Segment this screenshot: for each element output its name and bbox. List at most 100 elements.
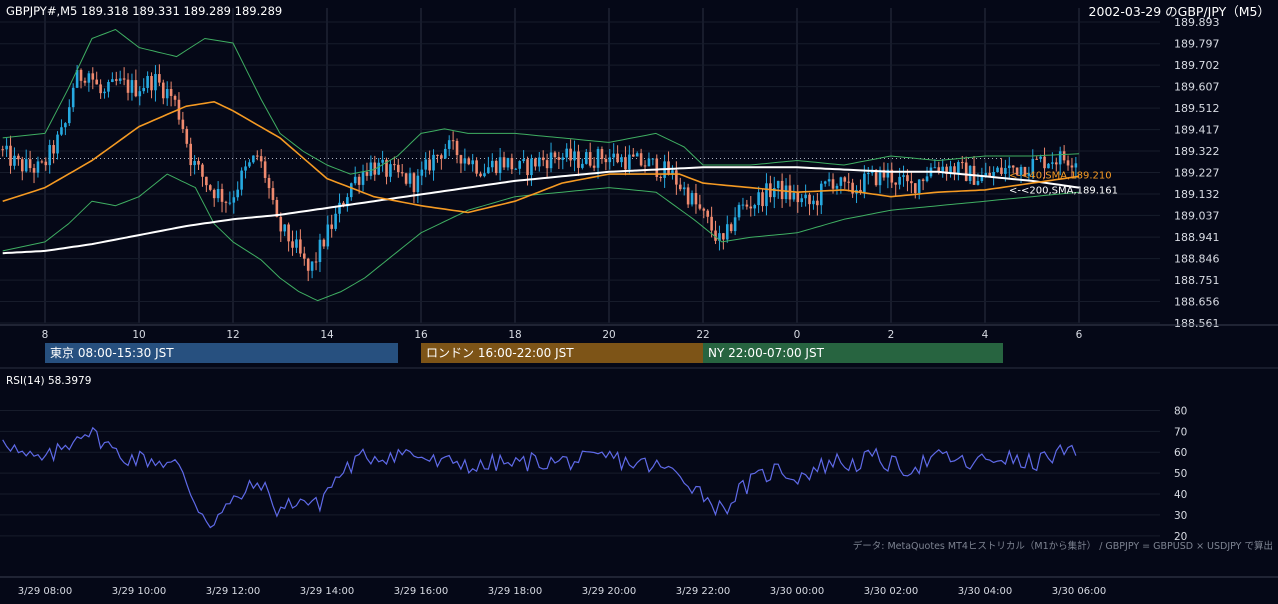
candle-body: [647, 158, 651, 167]
candle-body: [67, 107, 71, 124]
candle-body: [581, 163, 584, 168]
candle-body: [361, 171, 365, 185]
candle-body: [83, 80, 87, 83]
candle-body: [1074, 163, 1078, 168]
candle-body: [565, 148, 568, 158]
candle-body: [843, 177, 847, 182]
candle-body: [816, 200, 819, 206]
candle-body: [118, 78, 122, 81]
candle-body: [776, 180, 780, 189]
price-tick-label: 189.607: [1174, 81, 1220, 94]
candle-body: [894, 182, 897, 185]
candle-body: [1007, 165, 1011, 169]
candle-body: [694, 193, 698, 205]
candle-body: [471, 160, 474, 165]
price-tick-label: 189.037: [1174, 209, 1220, 222]
candle-body: [79, 69, 83, 81]
candle-body: [561, 157, 565, 160]
time-tick-label: 6: [1076, 329, 1083, 341]
candle-body: [189, 143, 192, 166]
candle-body: [1051, 162, 1054, 164]
candle-body: [725, 224, 729, 240]
candle-body: [412, 173, 416, 192]
candle-body: [494, 160, 498, 174]
candle-body: [541, 157, 545, 161]
candle-body: [847, 181, 850, 183]
candle-body: [318, 239, 322, 263]
rsi-tick-label: 40: [1174, 489, 1187, 501]
candle-body: [635, 153, 639, 157]
candle-body: [757, 192, 760, 206]
candle-body: [498, 157, 502, 174]
candle-body: [1011, 165, 1015, 168]
candle-body: [659, 176, 662, 178]
candle-body: [510, 157, 514, 170]
candle-body: [326, 224, 330, 247]
candle-body: [514, 168, 518, 170]
candle-body: [126, 79, 130, 93]
rsi-tick-label: 50: [1174, 468, 1187, 480]
candle-body: [467, 158, 471, 165]
candle-body: [263, 161, 267, 178]
candle-body: [557, 157, 561, 160]
price-tick-label: 189.322: [1174, 145, 1220, 158]
chart-background: [0, 0, 1278, 600]
candle-body: [906, 175, 909, 182]
rsi-tick-label: 60: [1174, 447, 1187, 459]
candle-body: [216, 189, 220, 199]
candle-body: [537, 157, 541, 167]
candle-body: [487, 167, 490, 174]
rsi-time-label: 3/29 22:00: [676, 586, 730, 597]
candle-body: [248, 162, 251, 167]
candle-body: [522, 159, 525, 162]
candle-body: [686, 187, 690, 205]
candle-body: [463, 158, 467, 164]
candle-body: [910, 181, 913, 184]
candle-body: [48, 145, 51, 166]
candle-body: [620, 157, 623, 163]
candle-body: [64, 123, 67, 128]
candle-body: [451, 140, 455, 142]
candle-body: [819, 183, 823, 206]
candle-body: [302, 253, 306, 259]
candle-body: [980, 176, 984, 182]
candle-body: [197, 160, 200, 165]
candle-body: [357, 176, 361, 185]
sma40-label: <-<40,SMA,189.210: [1009, 170, 1112, 181]
time-tick-label: 2: [888, 329, 895, 341]
candle-body: [996, 167, 999, 173]
candle-body: [87, 73, 91, 83]
candle-body: [377, 162, 380, 175]
candle-body: [287, 224, 290, 242]
candle-body: [114, 79, 118, 81]
time-tick-label: 8: [42, 329, 49, 341]
time-tick-label: 4: [982, 329, 989, 341]
candle-body: [91, 73, 95, 80]
candle-body: [40, 161, 44, 163]
candle-body: [835, 185, 839, 189]
rsi-time-label: 3/30 00:00: [770, 586, 824, 597]
candle-body: [389, 164, 392, 177]
candle-body: [792, 192, 796, 200]
candle-body: [185, 128, 189, 144]
candle-body: [60, 127, 63, 135]
rsi-label: RSI(14) 58.3979: [6, 375, 91, 387]
candle-body: [530, 158, 533, 176]
price-tick-label: 188.751: [1174, 274, 1220, 287]
candle-body: [400, 172, 404, 174]
candle-body: [577, 151, 580, 168]
candle-body: [334, 213, 337, 229]
rsi-time-label: 3/29 14:00: [300, 586, 354, 597]
candle-body: [729, 224, 733, 232]
candle-body: [596, 149, 600, 168]
candle-body: [291, 241, 294, 248]
candle-body: [796, 192, 800, 203]
source-note: データ: MetaQuotes MT4ヒストリカル（M1から集計） / GBPJ…: [853, 540, 1273, 552]
candle-body: [369, 162, 373, 176]
candle-body: [710, 216, 713, 231]
candle-body: [416, 175, 420, 192]
rsi-tick-label: 70: [1174, 426, 1187, 438]
candle-body: [592, 165, 596, 168]
candle-body: [396, 164, 400, 173]
candle-body: [976, 181, 980, 185]
